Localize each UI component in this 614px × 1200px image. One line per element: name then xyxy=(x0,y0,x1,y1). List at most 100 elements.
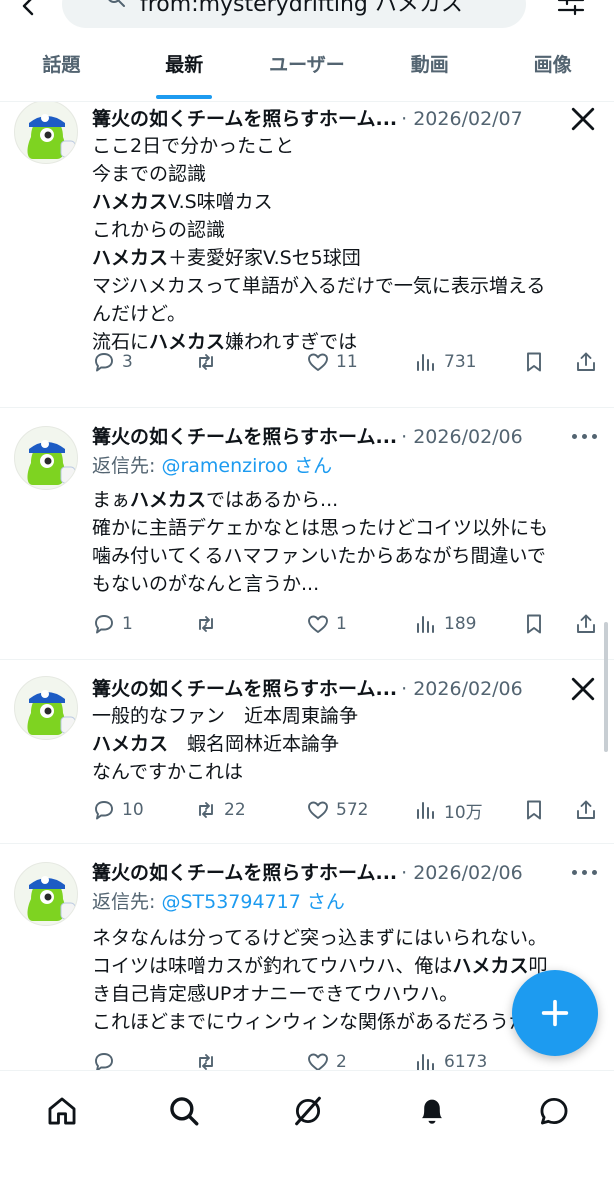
views-button[interactable]: 189 xyxy=(414,610,476,638)
retweet-button[interactable]: 22 xyxy=(194,796,246,824)
avatar-mascot-icon xyxy=(27,876,76,921)
back-arrow-icon[interactable] xyxy=(18,0,42,18)
tweet-feed[interactable]: 篝火の如くチームを照らすホーム... · 2026/02/07 ここ2日で分かった… xyxy=(0,102,614,1070)
reply-button[interactable]: 1 xyxy=(92,610,133,638)
tweet-line: 確かに主語デケェかなとは思ったけどコイツ以外にも xyxy=(92,517,549,539)
like-button[interactable]: 2 xyxy=(306,1048,347,1070)
tweet-date[interactable]: · 2026/02/06 xyxy=(401,678,523,700)
share-button[interactable] xyxy=(574,796,598,824)
tweet[interactable]: 篝火の如くチームを照らすホーム... · 2026/02/06 一般的なファン 近… xyxy=(0,660,614,844)
heart-icon xyxy=(308,615,328,633)
reply-button[interactable]: 3 xyxy=(92,348,133,376)
avatar-mascot-icon xyxy=(27,440,76,485)
reply-button[interactable] xyxy=(92,1048,122,1070)
tweet[interactable]: 篝火の如くチームを照らすホーム... · 2026/02/06 返信先: @ram… xyxy=(0,408,614,660)
tab-images[interactable]: 画像 xyxy=(491,40,614,101)
like-button[interactable]: 1 xyxy=(306,610,347,638)
tab-trending[interactable]: 話題 xyxy=(0,40,123,101)
retweet-button[interactable] xyxy=(194,610,224,638)
tab-label: 画像 xyxy=(533,54,572,76)
more-icon[interactable] xyxy=(570,862,598,882)
tab-users[interactable]: ユーザー xyxy=(246,40,369,101)
avatar[interactable] xyxy=(14,862,78,926)
home-icon xyxy=(48,1097,76,1125)
reply-prefix: 返信先: xyxy=(92,891,162,913)
keyword-highlight: ハメカス xyxy=(452,955,529,977)
more-icon[interactable] xyxy=(570,426,598,446)
tweet-date[interactable]: · 2026/02/06 xyxy=(401,426,523,448)
tweet-text: ここ2日で分かったこと 今までの認識 ハメカスV.S味噌カス これからの認識 ハ… xyxy=(92,132,596,356)
nav-search[interactable] xyxy=(164,1091,204,1131)
author-name[interactable]: 篝火の如くチームを照らすホーム... xyxy=(92,426,397,448)
nav-home[interactable] xyxy=(42,1091,82,1131)
views-button[interactable]: 6173 xyxy=(414,1048,487,1070)
bookmark-button[interactable] xyxy=(522,796,546,824)
bookmark-icon xyxy=(527,614,541,634)
nav-grok[interactable] xyxy=(288,1091,328,1131)
reply-context: 返信先: @ST53794717 さん xyxy=(92,888,596,916)
tweet-actions: 2 6173 xyxy=(92,1048,602,1070)
reply-button[interactable]: 10 xyxy=(92,796,144,824)
author-name[interactable]: 篝火の如くチームを照らすホーム... xyxy=(92,108,397,130)
filter-icon[interactable] xyxy=(556,0,586,18)
top-bar: from:mysterydrifting ハメカス xyxy=(0,0,614,40)
search-query: from:mysterydrifting ハメカス xyxy=(140,0,463,17)
nav-notifications[interactable] xyxy=(412,1091,452,1131)
search-box[interactable]: from:mysterydrifting ハメカス xyxy=(62,0,526,28)
tab-label: ユーザー xyxy=(269,54,345,76)
tweet-line: ではあるから... xyxy=(206,489,339,511)
nav-messages[interactable] xyxy=(534,1091,574,1131)
avatar[interactable] xyxy=(14,676,78,740)
retweet-button[interactable] xyxy=(194,348,224,376)
author-name[interactable]: 篝火の如くチームを照らすホーム... xyxy=(92,678,397,700)
retweet-count: 22 xyxy=(224,800,246,820)
scrollbar[interactable] xyxy=(604,622,608,752)
tweet-line: き自己肯定感UPオナニーできてウハウハ。 xyxy=(92,983,459,1005)
view-count: 10万 xyxy=(444,802,483,823)
author-name[interactable]: 篝火の如くチームを照らすホーム... xyxy=(92,862,397,884)
bookmark-button[interactable] xyxy=(522,348,546,376)
bookmark-button[interactable] xyxy=(522,610,546,638)
retweet-icon xyxy=(199,354,213,370)
tweet-line: ここ2日で分かったこと xyxy=(92,135,295,157)
share-button[interactable] xyxy=(574,610,598,638)
bookmark-icon xyxy=(527,800,541,820)
avatar[interactable] xyxy=(14,102,78,164)
reply-icon xyxy=(95,615,113,634)
views-button[interactable]: 10万 xyxy=(414,796,483,824)
messages-icon xyxy=(540,1097,568,1125)
reply-handle-link[interactable]: @ST53794717 さん xyxy=(161,891,344,913)
tweet-line: マジハメカスって単語が入るだけで一気に表示増える xyxy=(92,275,546,297)
share-button[interactable] xyxy=(574,348,598,376)
views-button[interactable]: 731 xyxy=(414,348,476,376)
x-logo-icon[interactable] xyxy=(570,106,596,132)
retweet-icon xyxy=(199,802,213,818)
like-count: 2 xyxy=(336,1052,347,1070)
retweet-button[interactable] xyxy=(194,1048,224,1070)
tweet-date[interactable]: · 2026/02/07 xyxy=(401,108,523,130)
reply-icon xyxy=(95,801,113,820)
reply-count: 10 xyxy=(122,800,144,820)
tab-label: 最新 xyxy=(165,54,204,76)
tweet-line: ＋麦愛好家V.Sセ5球団 xyxy=(168,247,361,269)
reply-handle-link[interactable]: @ramenziroo さん xyxy=(161,455,332,477)
tab-videos[interactable]: 動画 xyxy=(368,40,491,101)
tweet-actions: 1 1 189 xyxy=(92,610,602,638)
views-icon xyxy=(417,354,434,371)
reply-context: 返信先: @ramenziroo さん xyxy=(92,452,596,480)
tweet[interactable]: 篝火の如くチームを照らすホーム... · 2026/02/07 ここ2日で分かった… xyxy=(0,102,614,408)
view-count: 731 xyxy=(444,352,477,372)
tab-label: 動画 xyxy=(410,54,449,76)
tab-latest[interactable]: 最新 xyxy=(123,40,246,101)
like-button[interactable]: 572 xyxy=(306,796,368,824)
tweet-date[interactable]: · 2026/02/06 xyxy=(401,862,523,884)
tweet-line: なんですかこれは xyxy=(92,761,244,783)
like-count: 572 xyxy=(336,800,369,820)
heart-icon xyxy=(308,801,328,819)
avatar[interactable] xyxy=(14,426,78,490)
active-tab-indicator xyxy=(156,95,213,99)
tweet-line: ネタなんは分ってるけど突っ込まずにはいられない。 xyxy=(92,927,548,949)
x-logo-icon[interactable] xyxy=(570,676,596,702)
compose-button[interactable] xyxy=(512,970,598,1056)
like-button[interactable]: 11 xyxy=(306,348,358,376)
